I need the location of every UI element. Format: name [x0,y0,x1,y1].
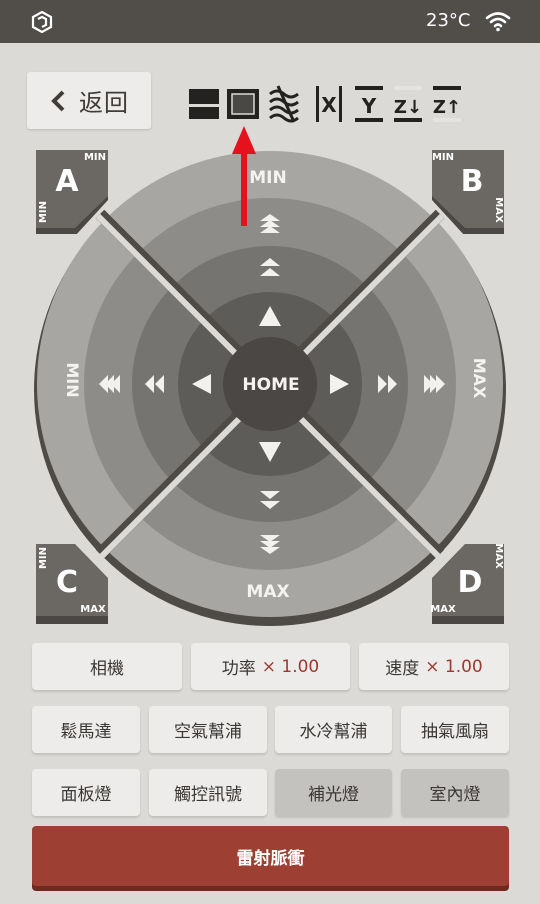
corner-button-d[interactable]: D MAX MAX [428,540,508,628]
fill-light-label: 補光燈 [308,785,359,805]
jog-down-icon[interactable] [259,442,281,462]
speed-button[interactable]: 速度 × 1.00 [359,643,509,690]
jog-up-mid-icon[interactable] [260,258,280,276]
release-motor-button[interactable]: 鬆馬達 [32,706,140,753]
air-pump-label: 空氣幫浦 [174,722,242,742]
corner-b-min: MIN [432,152,454,163]
speed-value: × 1.00 [425,656,483,677]
power-value: × 1.00 [261,656,320,677]
jog-right-icon[interactable] [330,374,349,394]
jog-left-label: MIN [63,362,82,397]
corner-a-label: A [55,164,79,199]
corner-c-label: C [56,565,78,600]
panel-light-label: 面板燈 [60,785,112,805]
camera-button[interactable]: 相機 [32,643,182,690]
power-label: 功率 [221,659,256,679]
corner-button-b[interactable]: B MIN MAX [428,146,508,234]
jog-up-icon[interactable] [259,306,281,326]
corner-button-a[interactable]: A MIN MIN [32,146,112,234]
jog-down-mid-icon[interactable] [260,491,280,509]
corner-button-c[interactable]: C MIN MAX [32,540,112,628]
exhaust-fan-label: 抽氣風扇 [421,722,489,742]
touch-signal-button[interactable]: 觸控訊號 [149,769,267,816]
jog-up-far-icon[interactable] [260,214,280,233]
jog-left-far-icon[interactable] [99,375,120,393]
camera-button-label: 相機 [90,659,124,679]
home-label[interactable]: HOME [242,375,299,395]
corner-d-max: MAX [430,604,456,615]
jog-down-far-icon[interactable] [260,535,280,554]
laser-pulse-button[interactable]: 雷射脈衝 [32,826,509,886]
release-motor-label: 鬆馬達 [60,722,112,742]
corner-a-min: MIN [84,152,106,163]
speed-label: 速度 [385,659,420,679]
power-button[interactable]: 功率 × 1.00 [191,643,350,690]
corner-c-min: MIN [38,547,49,569]
jog-left-mid-icon[interactable] [145,375,164,393]
indoor-light-label: 室內燈 [429,785,481,805]
corner-a-max: MIN [38,201,49,223]
exhaust-fan-button[interactable]: 抽氣風扇 [401,706,509,753]
corner-b-label: B [461,164,484,199]
panel-light-button[interactable]: 面板燈 [32,769,140,816]
air-pump-button[interactable]: 空氣幫浦 [149,706,267,753]
jog-left-icon[interactable] [192,374,211,394]
corner-c-max: MAX [80,604,106,615]
water-pump-button[interactable]: 水冷幫浦 [275,706,392,753]
fill-light-button[interactable]: 補光燈 [275,769,392,816]
jog-right-label: MAX [470,358,489,399]
jog-bottom-label: MAX [246,582,289,602]
jog-right-far-icon[interactable] [424,375,445,393]
red-pointer-arrow-icon [232,126,256,226]
laser-pulse-label: 雷射脈衝 [236,848,305,869]
water-pump-label: 水冷幫浦 [299,722,368,742]
corner-d-min: MAX [493,543,504,569]
corner-b-max: MAX [493,197,504,223]
indoor-light-button[interactable]: 室內燈 [401,769,509,816]
jog-right-mid-icon[interactable] [378,375,397,393]
corner-d-label: D [458,565,483,600]
touch-signal-label: 觸控訊號 [174,785,242,805]
